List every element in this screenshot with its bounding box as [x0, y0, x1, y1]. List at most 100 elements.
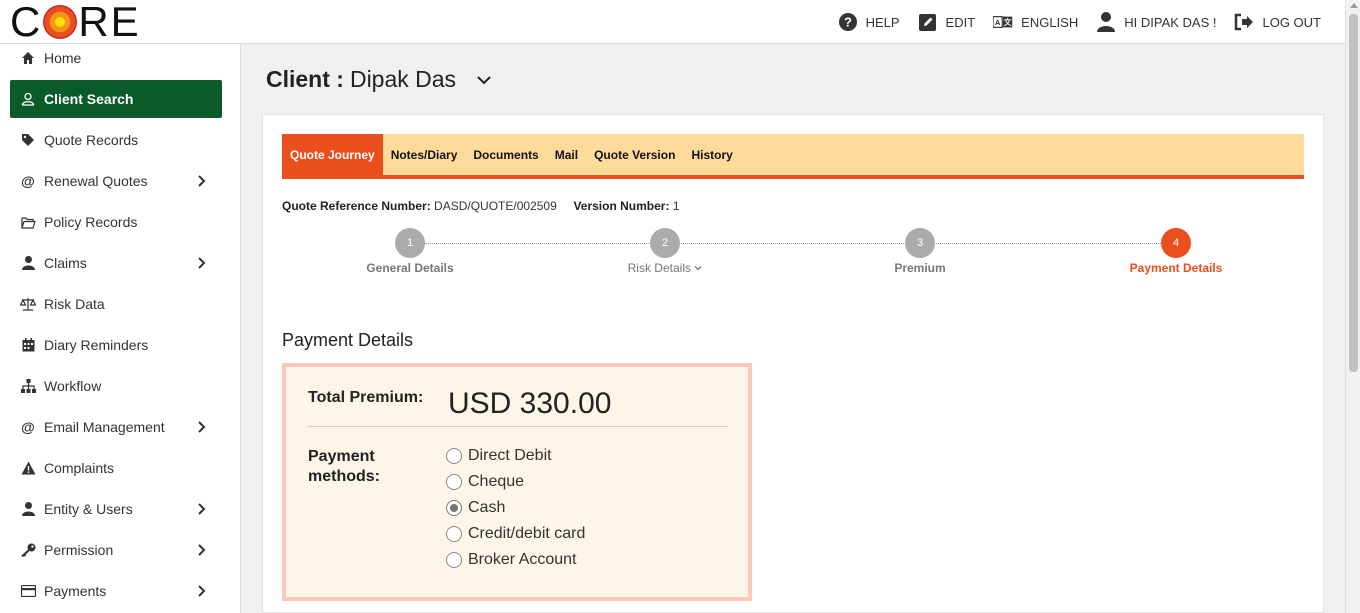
sidebar: Home Client Search Quote Records @ Renew… — [0, 44, 241, 613]
quote-ref-label: Quote Reference Number: — [282, 199, 431, 213]
tab-history[interactable]: History — [683, 134, 740, 175]
sidebar-item-client-search[interactable]: Client Search — [10, 80, 222, 118]
quote-ref-value: DASD/QUOTE/002509 — [434, 199, 557, 213]
svg-text:?: ? — [844, 15, 852, 30]
sidebar-item-workflow[interactable]: Workflow — [10, 367, 222, 405]
help-link[interactable]: ? HELP — [838, 12, 900, 32]
tab-quote-version[interactable]: Quote Version — [586, 134, 683, 175]
sidebar-item-entity-users[interactable]: Entity & Users — [10, 490, 222, 528]
logout-link[interactable]: LOG OUT — [1234, 12, 1321, 32]
chevron-right-icon — [198, 585, 206, 597]
payment-method-broker-account[interactable]: Broker Account — [446, 547, 585, 573]
quote-tabs: Quote Journey Notes/Diary Documents Mail… — [282, 134, 1304, 179]
scroll-thumb[interactable] — [1349, 14, 1358, 372]
payment-method-label: Direct Debit — [468, 447, 552, 464]
step-risk-details[interactable]: 2 Risk Details — [585, 228, 745, 275]
key-icon — [20, 542, 36, 558]
step-label: Premium — [894, 261, 946, 275]
chevron-right-icon — [198, 421, 206, 433]
core-logo[interactable]: C RE — [10, 0, 141, 45]
payment-method-credit-debit-card[interactable]: Credit/debit card — [446, 521, 585, 547]
payment-section-title: Payment Details — [282, 330, 414, 350]
logo-letters-re: RE — [78, 0, 141, 45]
sidebar-item-home[interactable]: Home — [10, 44, 222, 77]
svg-text:文: 文 — [1004, 17, 1012, 27]
step-premium[interactable]: 3 Premium — [840, 228, 1000, 275]
payment-details-box: Total Premium: USD 330.00 Payment method… — [282, 363, 752, 601]
user-icon — [1096, 12, 1116, 32]
total-premium-value: USD 330.00 — [448, 387, 612, 420]
step-number: 3 — [905, 228, 935, 258]
chevron-right-icon — [198, 503, 206, 515]
radio-button[interactable] — [446, 474, 462, 490]
chevron-down-icon — [694, 266, 702, 271]
tab-mail[interactable]: Mail — [547, 134, 586, 175]
sidebar-item-quote-records[interactable]: Quote Records — [10, 121, 222, 159]
sidebar-item-permission[interactable]: Permission — [10, 531, 222, 569]
header-nav: ? HELP EDIT A文 ENGLISH HI DIPAK DAS ! LO… — [838, 0, 1321, 44]
sidebar-item-complaints[interactable]: Complaints — [10, 449, 222, 487]
step-label: General Details — [366, 261, 454, 275]
sidebar-item-payments[interactable]: Payments — [10, 572, 222, 610]
user-greeting: HI DIPAK DAS ! — [1124, 14, 1217, 30]
tab-quote-journey[interactable]: Quote Journey — [282, 134, 383, 175]
version-value: 1 — [672, 199, 680, 213]
logo-ring-icon — [43, 5, 78, 39]
user-icon — [20, 255, 36, 271]
sidebar-item-label: Permission — [44, 542, 114, 558]
payment-method-cheque[interactable]: Cheque — [446, 469, 585, 495]
sidebar-item-email-management[interactable]: @ Email Management — [10, 408, 222, 446]
top-header: C RE ? HELP EDIT A文 ENGLISH HI DIPAK DAS… — [0, 0, 1345, 44]
sidebar-item-label: Policy Records — [44, 214, 138, 230]
step-number: 1 — [395, 228, 425, 258]
radio-button-selected[interactable] — [446, 500, 462, 516]
sidebar-item-label: Entity & Users — [44, 501, 133, 517]
divider — [308, 426, 728, 427]
vertical-scrollbar[interactable] — [1345, 0, 1360, 613]
sidebar-item-risk-data[interactable]: Risk Data — [10, 285, 222, 323]
sidebar-item-label: Home — [44, 50, 82, 66]
language-switch[interactable]: A文 ENGLISH — [993, 12, 1078, 32]
radio-button[interactable] — [446, 552, 462, 568]
total-premium-label: Total Premium: — [308, 389, 424, 406]
sidebar-item-label: Quote Records — [44, 132, 139, 148]
payment-method-direct-debit[interactable]: Direct Debit — [446, 443, 585, 469]
payment-methods-label: Payment methods: — [308, 448, 380, 485]
step-general-details[interactable]: 1 General Details — [330, 228, 490, 275]
chevron-down-icon[interactable] — [476, 72, 492, 88]
sidebar-item-renewal-quotes[interactable]: @ Renewal Quotes — [10, 162, 222, 200]
payment-method-label: Broker Account — [468, 551, 577, 568]
sidebar-item-policy-records[interactable]: Policy Records — [10, 203, 222, 241]
edit-label: EDIT — [945, 14, 976, 30]
scroll-up-arrow-icon[interactable] — [1350, 3, 1358, 8]
sidebar-item-claims[interactable]: Claims — [10, 244, 222, 282]
chevron-right-icon — [198, 175, 206, 187]
sidebar-item-label: Email Management — [44, 419, 165, 435]
edit-link[interactable]: EDIT — [918, 12, 976, 32]
sitemap-icon — [20, 378, 36, 394]
balance-scale-icon — [20, 296, 36, 312]
language-label: ENGLISH — [1021, 14, 1079, 30]
edit-icon — [918, 12, 938, 32]
sidebar-item-label: Client Search — [44, 91, 134, 107]
sidebar-item-diary-reminders[interactable]: Diary Reminders — [10, 326, 222, 364]
tab-notes-diary[interactable]: Notes/Diary — [383, 134, 466, 175]
at-icon: @ — [21, 173, 35, 189]
radio-button[interactable] — [446, 448, 462, 464]
home-icon — [20, 50, 36, 66]
chevron-right-icon — [198, 544, 206, 556]
translate-icon: A文 — [993, 12, 1013, 32]
step-payment-details[interactable]: 4 Payment Details — [1096, 228, 1256, 275]
user-menu[interactable]: HI DIPAK DAS ! — [1096, 12, 1216, 32]
step-number: 4 — [1161, 228, 1191, 258]
warning-icon — [20, 460, 36, 476]
payment-method-label: Cash — [468, 499, 506, 516]
radio-button[interactable] — [446, 526, 462, 542]
sidebar-item-label: Complaints — [44, 460, 115, 476]
tag-icon — [20, 132, 36, 148]
client-selector[interactable]: Client : Dipak Das — [266, 66, 492, 93]
payment-method-cash[interactable]: Cash — [446, 495, 585, 521]
step-label: Payment Details — [1129, 261, 1223, 275]
folder-open-icon — [20, 214, 36, 230]
tab-documents[interactable]: Documents — [465, 134, 546, 175]
